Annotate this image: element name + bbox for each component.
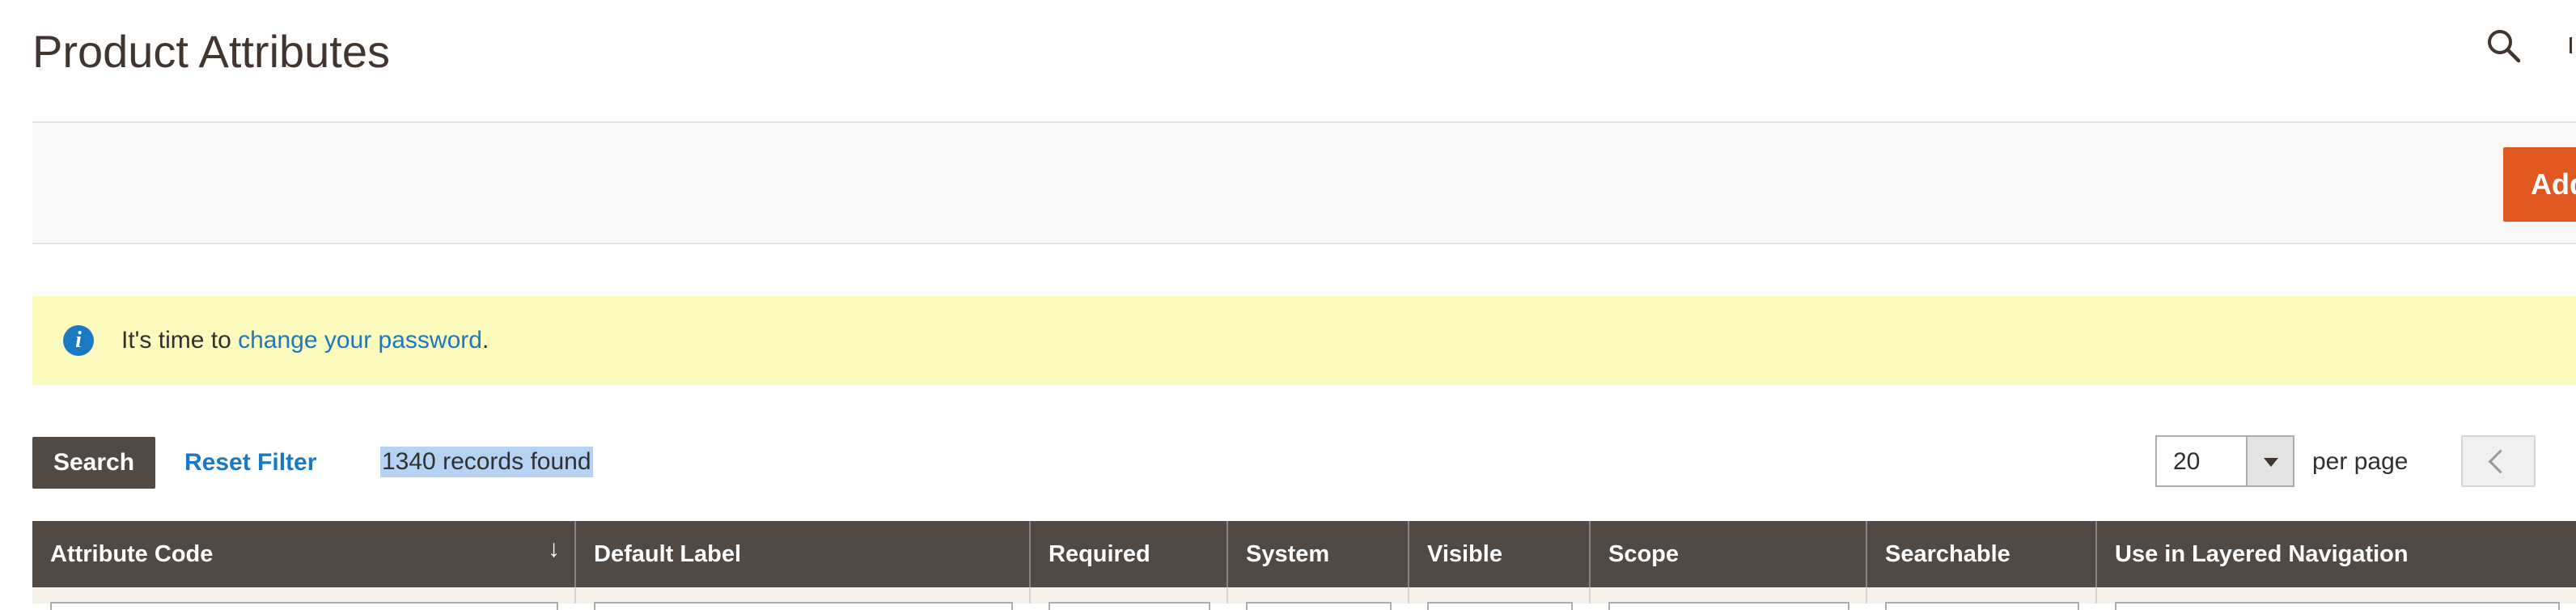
chevron-down-icon <box>2264 458 2278 467</box>
column-label: Visible <box>1427 541 1502 567</box>
per-page-value: 20 <box>2173 448 2201 475</box>
add-new-attribute-button[interactable]: Add <box>2503 147 2576 222</box>
filter-cell <box>576 587 1031 610</box>
filter-cell <box>1591 587 1867 610</box>
grid-filter-row <box>32 587 2576 610</box>
column-label: Required <box>1049 541 1150 567</box>
chevron-left-icon <box>2488 449 2513 474</box>
per-page-select[interactable]: 20 <box>2155 435 2294 487</box>
page-title: Product Attributes <box>32 26 391 77</box>
page-actions-bar <box>32 121 2576 244</box>
reset-filter-link[interactable]: Reset Filter <box>184 447 316 479</box>
column-label: Use in Layered Navigation <box>2115 541 2409 567</box>
info-icon: i <box>63 325 94 356</box>
filter-cell <box>1031 587 1228 610</box>
password-notice: i It's time to change your password. <box>32 296 2576 385</box>
grid-header-row: Attribute Code ↓ Default Label Required … <box>32 521 2576 587</box>
column-header-scope[interactable]: Scope <box>1591 521 1867 587</box>
column-label: Attribute Code <box>50 541 214 567</box>
column-header-system[interactable]: System <box>1228 521 1409 587</box>
per-page-dropdown-toggle[interactable] <box>2246 437 2293 485</box>
column-header-attribute-code[interactable]: Attribute Code ↓ <box>32 521 576 587</box>
column-label: System <box>1246 541 1330 567</box>
sort-descending-icon: ↓ <box>548 536 560 562</box>
filter-cell <box>1228 587 1409 610</box>
column-label: Default Label <box>594 541 742 567</box>
filter-cell <box>2097 587 2576 610</box>
column-label: Scope <box>1608 541 1680 567</box>
header-menu-edge <box>2570 37 2576 53</box>
change-password-link[interactable]: change your password <box>238 327 482 354</box>
search-button[interactable]: Search <box>32 437 155 489</box>
previous-page-button[interactable] <box>2461 435 2536 487</box>
notice-text-after: . <box>481 327 489 354</box>
column-header-default-label[interactable]: Default Label <box>576 521 1031 587</box>
column-header-searchable[interactable]: Searchable <box>1867 521 2097 587</box>
column-header-layered-navigation[interactable]: Use in Layered Navigation <box>2097 521 2576 587</box>
column-header-required[interactable]: Required <box>1031 521 1228 587</box>
filter-cell <box>1409 587 1591 610</box>
search-icon[interactable] <box>2482 24 2526 68</box>
records-count: 1340 records found <box>380 447 593 477</box>
column-header-visible[interactable]: Visible <box>1409 521 1591 587</box>
filter-cell <box>1867 587 2097 610</box>
per-page-label: per page <box>2312 448 2409 475</box>
filter-cell <box>32 587 576 610</box>
column-label: Searchable <box>1885 541 2010 567</box>
notice-message: It's time to change your password. <box>121 325 489 356</box>
notice-text-before: It's time to <box>121 327 239 354</box>
